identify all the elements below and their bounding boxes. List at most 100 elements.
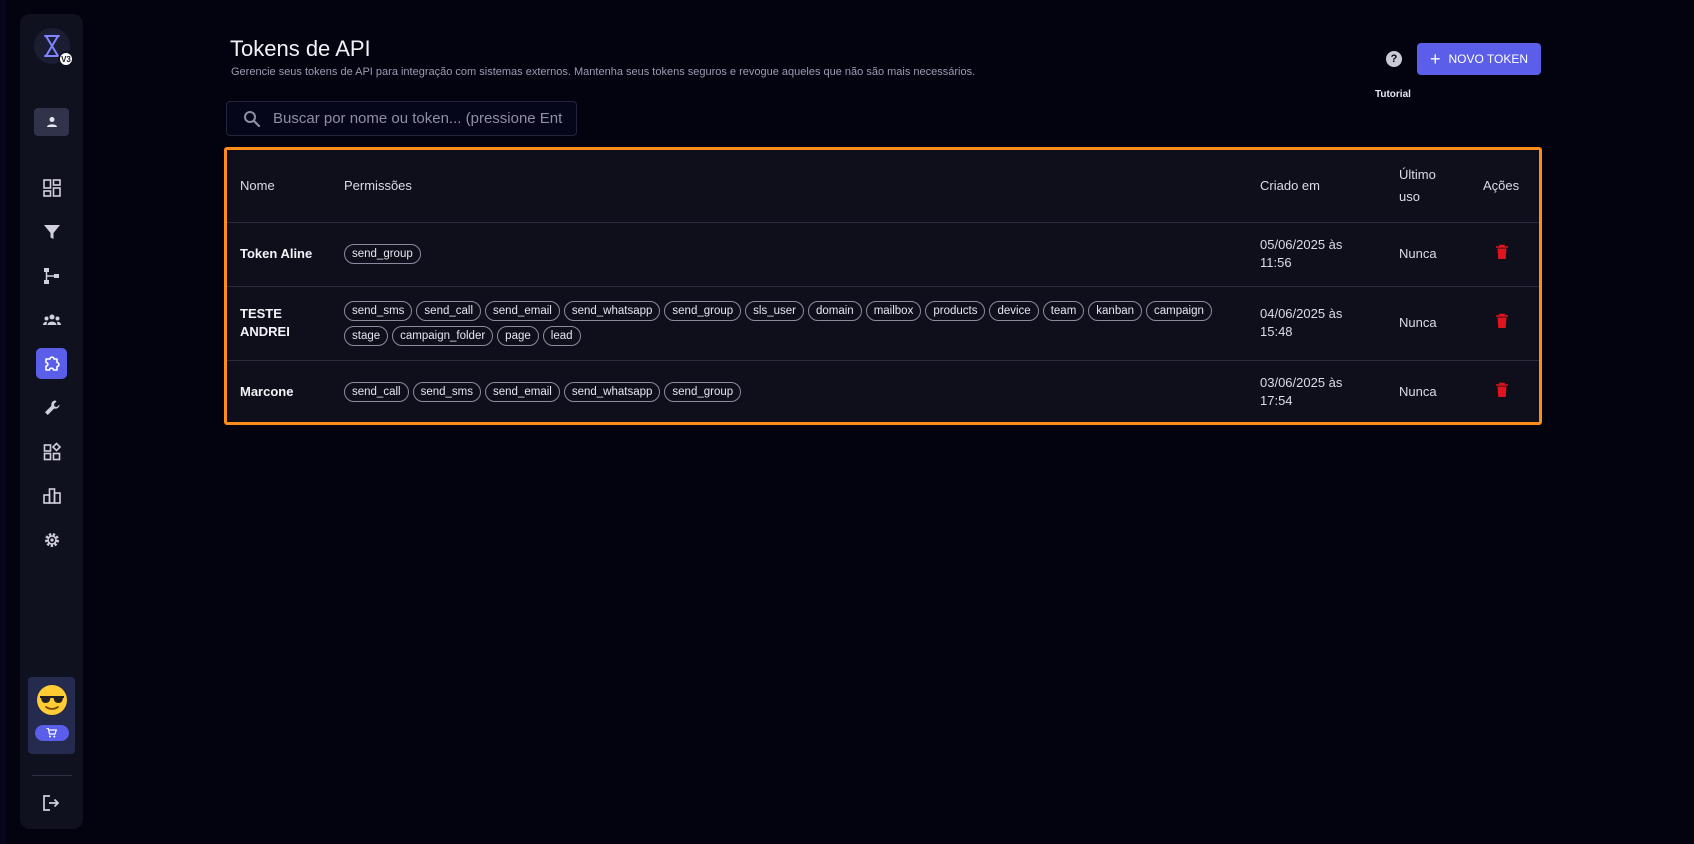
sidebar-item-tools[interactable] — [36, 392, 67, 423]
version-badge: V3 — [58, 51, 74, 67]
table-body: Token Aline send_group 05/06/2025 às 11:56… — [227, 222, 1539, 424]
cart-icon — [46, 728, 57, 738]
permission-chip: send_call — [344, 382, 409, 403]
token-permissions: send_sms send_call send_email send_whatsapp… — [331, 286, 1247, 361]
page-title: Tokens de API — [230, 36, 371, 61]
permission-chip: team — [1042, 300, 1085, 321]
permission-chip-list: send_group — [344, 240, 1247, 268]
permission-chip: send_email — [485, 300, 560, 321]
sidebar: V3 — [20, 14, 83, 829]
filter-icon — [43, 224, 60, 239]
permission-chip: send_sms — [412, 382, 482, 403]
flow-icon — [43, 267, 59, 284]
puzzle-icon — [44, 355, 60, 371]
header-actions: Ações — [1480, 150, 1539, 223]
bar-chart-icon — [42, 487, 61, 504]
table-row[interactable]: Token Aline send_group 05/06/2025 às 11:56… — [227, 222, 1539, 287]
permission-chip: kanban — [1088, 300, 1143, 321]
search-input[interactable] — [273, 110, 563, 127]
left-edge-strip — [0, 0, 6, 844]
trash-icon — [1496, 313, 1508, 328]
table-row[interactable]: Marcone send_call send_sms send_email send_w… — [227, 360, 1539, 424]
sunglasses-emoji-icon — [36, 685, 67, 715]
users-icon — [42, 314, 61, 325]
sidebar-item-flow[interactable] — [36, 260, 67, 291]
permission-chip: campaign_folder — [392, 325, 494, 346]
permission-chip: send_whatsapp — [563, 300, 661, 321]
widgets-icon — [43, 441, 61, 460]
permission-chip: send_sms — [344, 300, 413, 321]
sidebar-item-settings[interactable] — [36, 524, 67, 555]
permission-chip: lead — [542, 325, 581, 346]
sidebar-item-integrations[interactable] — [36, 348, 67, 379]
token-permissions: send_call send_sms send_email send_whatsapp… — [331, 360, 1247, 424]
sidebar-item-filter[interactable] — [36, 216, 67, 247]
search-box — [226, 101, 577, 136]
delete-token-button[interactable] — [1495, 382, 1509, 398]
permission-chip: sls_user — [745, 300, 804, 321]
permission-chip: products — [925, 300, 986, 321]
wrench-icon — [44, 399, 60, 415]
trash-icon — [1496, 382, 1508, 397]
profile-button[interactable] — [34, 108, 69, 136]
table-row[interactable]: TESTE ANDREI send_sms send_call send_email s… — [227, 286, 1539, 361]
permission-chip: send_whatsapp — [563, 382, 661, 403]
plus-icon: + — [1429, 49, 1441, 69]
new-token-label: NOVO TOKEN — [1448, 52, 1529, 66]
token-name: Token Aline — [227, 222, 331, 287]
app-logo[interactable]: V3 — [34, 28, 74, 67]
delete-token-button[interactable] — [1495, 244, 1509, 260]
user-card[interactable] — [28, 677, 75, 754]
header-permissions[interactable]: Permissões — [331, 150, 1247, 223]
logout-icon — [43, 795, 60, 811]
tokens-table: Nome Permissões Criado em Último uso Açõ… — [227, 150, 1539, 424]
token-created-at: 03/06/2025 às 17:54 — [1260, 375, 1343, 409]
dashboard-icon — [42, 178, 61, 197]
permission-chip-list: send_call send_sms send_email send_whatsapp… — [344, 378, 1247, 406]
header-name[interactable]: Nome — [227, 150, 331, 223]
help-icon[interactable]: ? — [1386, 51, 1402, 67]
permission-chip: send_group — [664, 382, 742, 403]
permission-chip: stage — [344, 325, 389, 346]
sidebar-nav — [20, 172, 83, 568]
shop-button[interactable] — [34, 725, 69, 741]
permission-chip: send_group — [344, 244, 421, 264]
permission-chip: send_email — [485, 382, 560, 403]
new-token-button[interactable]: + NOVO TOKEN — [1417, 43, 1541, 75]
delete-token-button[interactable] — [1495, 313, 1509, 329]
logout-button[interactable] — [40, 792, 62, 814]
table-header-row: Nome Permissões Criado em Último uso Açõ… — [227, 150, 1539, 223]
permission-chip: campaign — [1146, 300, 1212, 321]
sidebar-item-users[interactable] — [36, 304, 67, 335]
token-actions — [1480, 286, 1539, 361]
permission-chip: domain — [807, 300, 862, 321]
trash-icon — [1496, 244, 1508, 259]
token-name: Marcone — [240, 384, 294, 400]
token-last-use: Nunca — [1386, 222, 1480, 287]
sidebar-item-reports[interactable] — [36, 480, 67, 511]
header-created[interactable]: Criado em — [1247, 150, 1386, 223]
gear-icon — [44, 532, 59, 547]
sidebar-divider — [32, 775, 72, 776]
sidebar-item-widgets[interactable] — [36, 436, 67, 467]
header-last-use[interactable]: Último uso — [1386, 150, 1480, 223]
permission-chip: send_group — [664, 300, 742, 321]
token-created-at: 04/06/2025 às 15:48 — [1247, 286, 1386, 361]
person-icon — [46, 117, 57, 127]
sidebar-item-dashboard[interactable] — [36, 172, 67, 203]
permission-chip: send_call — [416, 300, 482, 321]
token-name: TESTE ANDREI — [227, 286, 331, 361]
token-actions — [1480, 360, 1539, 424]
permission-chip-list: send_sms send_call send_email send_whatsapp… — [344, 297, 1247, 350]
permission-chip: mailbox — [865, 300, 922, 321]
token-actions — [1480, 222, 1539, 287]
search-icon — [244, 110, 261, 127]
permission-chip: page — [497, 325, 539, 346]
token-last-use: Nunca — [1399, 384, 1437, 400]
token-created-at: 05/06/2025 às 11:56 — [1247, 222, 1386, 287]
token-last-use: Nunca — [1386, 286, 1480, 361]
token-permissions: send_group — [331, 222, 1247, 287]
page-subtitle: Gerencie seus tokens de API para integra… — [231, 66, 976, 78]
permission-chip: device — [989, 300, 1039, 321]
tokens-table-container: Nome Permissões Criado em Último uso Açõ… — [224, 147, 1542, 425]
